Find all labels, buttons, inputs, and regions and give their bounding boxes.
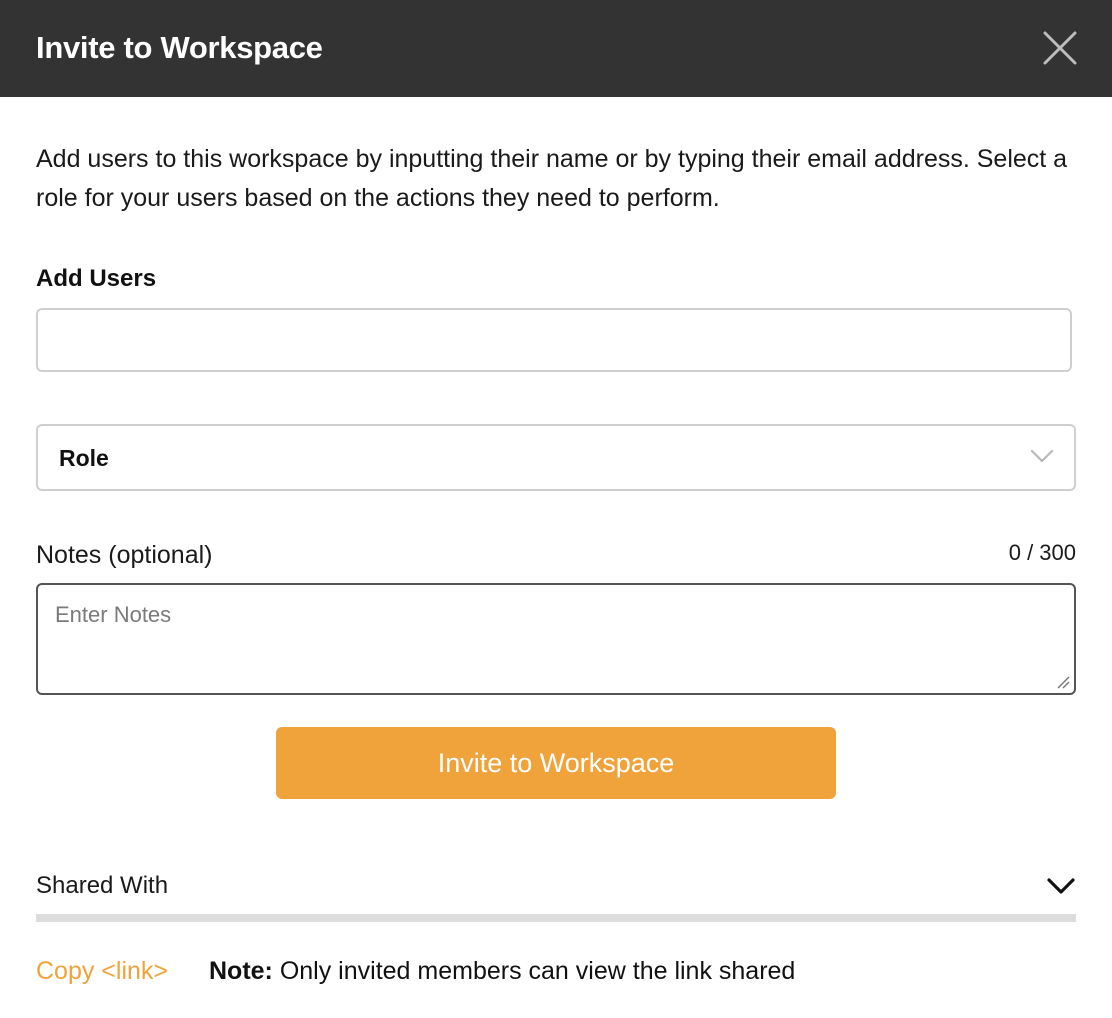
add-users-input[interactable] — [36, 308, 1072, 372]
resize-handle-icon[interactable] — [1056, 675, 1070, 689]
notes-placeholder: Enter Notes — [55, 602, 172, 627]
note-body: Only invited members can view the link s… — [272, 957, 796, 985]
role-select-value: Role — [59, 445, 109, 471]
dialog-header: Invite to Workspace — [0, 0, 1112, 97]
role-select[interactable]: Role — [36, 424, 1076, 491]
shared-with-divider — [36, 914, 1076, 922]
close-icon[interactable] — [1040, 28, 1080, 68]
notes-textarea[interactable]: Enter Notes — [36, 583, 1076, 695]
dialog-description: Add users to this workspace by inputting… — [36, 145, 1068, 212]
notes-char-counter: 0 / 300 — [1008, 540, 1076, 565]
shared-with-toggle-icon[interactable] — [1046, 876, 1076, 896]
copy-link[interactable]: Copy <link> — [36, 954, 168, 988]
invite-button[interactable]: Invite to Workspace — [276, 727, 836, 799]
footer-note: Note: Only invited members can view the … — [209, 954, 795, 988]
note-prefix: Note: — [209, 957, 273, 985]
chevron-down-icon — [1030, 448, 1054, 464]
invite-dialog: Invite to Workspace Add users to this wo… — [0, 0, 1112, 1018]
shared-with-label: Shared With — [36, 872, 169, 899]
add-users-label: Add Users — [36, 265, 157, 292]
notes-label: Notes (optional) — [36, 541, 213, 569]
dialog-title: Invite to Workspace — [36, 30, 323, 65]
